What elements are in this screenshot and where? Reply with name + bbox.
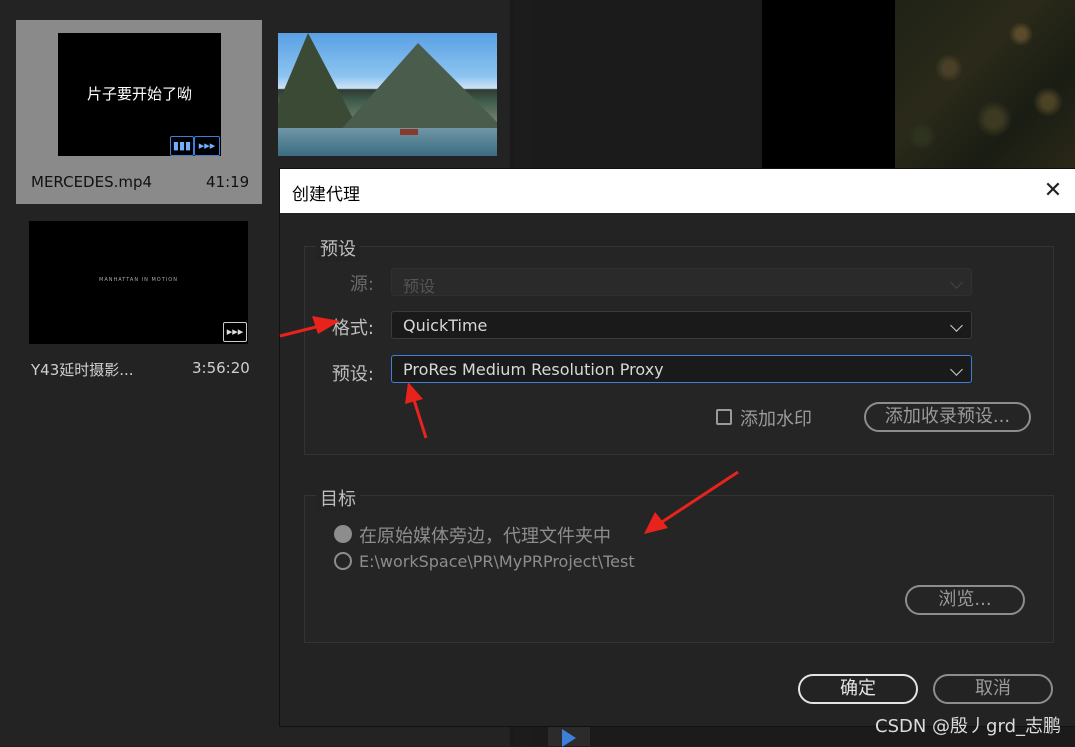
arrow-to-format [279, 324, 321, 338]
arrow-head [644, 512, 668, 534]
arrow-to-target [661, 470, 739, 524]
annotation-arrows [279, 316, 739, 534]
arrow-to-preset [412, 399, 428, 439]
arrow-head [405, 382, 423, 404]
arrow-head [312, 316, 340, 334]
